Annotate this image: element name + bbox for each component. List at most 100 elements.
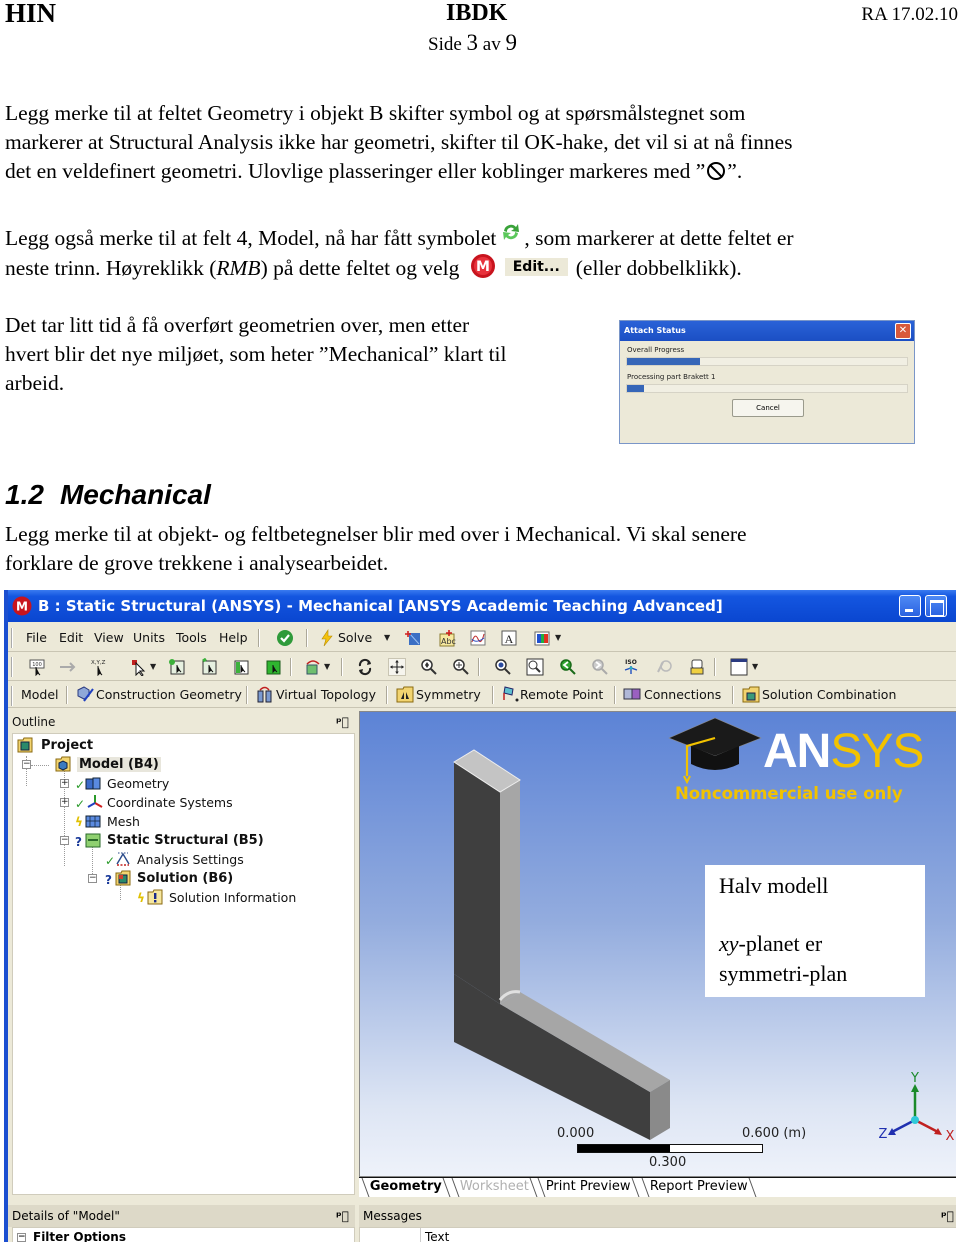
lightning-icon[interactable] xyxy=(318,629,336,647)
tree-node-solution[interactable]: ? Solution (B6) xyxy=(105,869,233,888)
remote-point-button[interactable]: Remote Point xyxy=(520,682,603,708)
chart-icon[interactable] xyxy=(469,629,487,647)
paragraph-model-next-step: Legg også merke til at felt 4, Model, nå… xyxy=(5,221,794,283)
paragraph-transfer: Det tar litt tid å få overført geometrie… xyxy=(5,311,507,398)
probe-icon[interactable]: 100 xyxy=(28,658,46,676)
select-edge-icon[interactable] xyxy=(200,658,218,676)
page-sep: av xyxy=(482,34,501,55)
close-icon[interactable]: ✕ xyxy=(895,323,911,339)
rmb-abbrev: RMB xyxy=(216,256,261,280)
geometry-icon xyxy=(85,777,101,790)
tree-node-project[interactable]: Project xyxy=(17,736,93,755)
tree-node-mesh[interactable]: ϟ Mesh xyxy=(75,812,140,831)
project-icon xyxy=(17,737,33,753)
connections-button[interactable]: Connections xyxy=(644,682,721,708)
details-group-filter-options[interactable]: Filter Options xyxy=(33,1230,126,1242)
solution-combination-icon[interactable] xyxy=(742,685,760,703)
restore-view-icon[interactable] xyxy=(655,658,673,676)
zoom-icon[interactable] xyxy=(420,658,438,676)
pan-icon[interactable] xyxy=(388,658,406,676)
details-grid: − Filter Options xyxy=(12,1227,355,1242)
symmetry-icon[interactable] xyxy=(396,685,414,703)
select-face-icon[interactable] xyxy=(232,658,250,676)
viewport-tabs: Geometry Worksheet Print Preview Report … xyxy=(359,1177,956,1197)
toolbar-grip[interactable] xyxy=(11,686,13,706)
magnifier-window-icon[interactable] xyxy=(526,658,544,676)
solve-dropdown-icon[interactable]: ▼ xyxy=(384,624,390,652)
text-label-icon[interactable]: A xyxy=(500,629,518,647)
select-body-icon[interactable] xyxy=(264,658,282,676)
tree-node-analysis-settings[interactable]: ✓ Analysis Settings xyxy=(105,850,244,869)
rotate-body-icon[interactable] xyxy=(304,658,322,676)
menu-file[interactable]: File xyxy=(26,624,47,652)
tree-node-geometry[interactable]: ✓ Geometry xyxy=(75,774,169,793)
minimize-button[interactable] xyxy=(899,595,921,617)
expand-icon[interactable]: + xyxy=(60,779,69,788)
collapse-icon[interactable]: − xyxy=(60,836,69,845)
tree-node-static-structural[interactable]: ? Static Structural (B5) xyxy=(75,831,264,850)
tab-geometry[interactable]: Geometry xyxy=(361,1178,451,1197)
pin-icon[interactable]: ᵖ⃓ xyxy=(336,1205,349,1227)
expand-icon[interactable]: + xyxy=(60,798,69,807)
annotation-icon[interactable]: Abc xyxy=(438,629,456,647)
header-left: HIN xyxy=(5,0,57,28)
model-face-light xyxy=(500,780,520,1004)
part-progress-bar xyxy=(626,384,908,393)
dropdown-icon[interactable]: ▼ xyxy=(555,624,561,652)
collapse-icon[interactable]: − xyxy=(22,760,31,769)
dropdown-icon[interactable]: ▼ xyxy=(752,653,758,681)
iso-view-icon[interactable]: ISO xyxy=(622,658,640,676)
messages-column-text[interactable]: Text xyxy=(420,1228,449,1242)
label-move-icon[interactable] xyxy=(58,658,76,676)
previous-view-icon[interactable] xyxy=(559,658,577,676)
ruler-icon[interactable] xyxy=(688,658,706,676)
toolbar-grip[interactable] xyxy=(11,657,13,677)
viewport-layout-icon[interactable] xyxy=(730,658,748,676)
dropdown-icon[interactable]: ▼ xyxy=(324,653,330,681)
menu-units[interactable]: Units xyxy=(133,624,165,652)
collapse-icon[interactable]: − xyxy=(17,1233,26,1242)
construction-geometry-icon[interactable] xyxy=(76,685,94,703)
pin-icon[interactable]: ᵖ⃓ xyxy=(336,711,349,733)
tree-node-solution-information[interactable]: ϟ Solution Information xyxy=(137,888,296,907)
menu-view[interactable]: View xyxy=(94,624,124,652)
solve-button[interactable]: Solve xyxy=(338,624,372,652)
tree-node-coordinate-systems[interactable]: ✓ Coordinate Systems xyxy=(75,793,233,812)
tree-node-model[interactable]: Model (B4) xyxy=(55,755,161,774)
tree-node-label: Analysis Settings xyxy=(137,852,244,867)
zoom-to-fit-icon[interactable] xyxy=(494,658,512,676)
pin-icon[interactable]: ᵖ⃓ xyxy=(941,1205,954,1227)
toolbar-separator xyxy=(386,686,388,704)
virtual-topology-icon[interactable] xyxy=(256,685,274,703)
collapse-icon[interactable]: − xyxy=(88,874,97,883)
menu-help[interactable]: Help xyxy=(219,624,248,652)
coordinates-icon[interactable]: X,Y,Z xyxy=(90,658,108,676)
construction-geometry-button[interactable]: Construction Geometry xyxy=(96,682,242,708)
dropdown-icon[interactable]: ▼ xyxy=(150,653,156,681)
menu-tools[interactable]: Tools xyxy=(176,624,207,652)
cancel-button[interactable]: Cancel xyxy=(732,399,804,417)
connections-icon[interactable] xyxy=(623,685,641,703)
maximize-button[interactable] xyxy=(925,595,947,617)
insert-section-plane-icon[interactable] xyxy=(404,629,422,647)
symmetry-button[interactable]: Symmetry xyxy=(416,682,481,708)
select-mode-icon[interactable] xyxy=(130,658,148,676)
geometry-viewport[interactable]: ANSYS Noncommercial use only Halv modell… xyxy=(359,711,956,1177)
remote-point-icon[interactable] xyxy=(502,685,520,703)
toolbar-grip[interactable] xyxy=(11,628,13,648)
menu-edit[interactable]: Edit xyxy=(59,624,83,652)
solution-combination-button[interactable]: Solution Combination xyxy=(762,682,896,708)
toolbar-separator xyxy=(290,658,292,676)
rotate-icon[interactable] xyxy=(356,658,374,676)
toolbar-separator xyxy=(614,686,616,704)
virtual-topology-button[interactable]: Virtual Topology xyxy=(276,682,376,708)
select-vertex-icon[interactable] xyxy=(168,658,186,676)
next-view-icon[interactable] xyxy=(591,658,609,676)
box-zoom-icon[interactable] xyxy=(452,658,470,676)
tab-print-preview[interactable]: Print Preview xyxy=(537,1178,640,1197)
result-contour-icon[interactable] xyxy=(533,629,551,647)
tab-worksheet[interactable]: Worksheet xyxy=(451,1178,538,1197)
tab-report-preview[interactable]: Report Preview xyxy=(641,1178,757,1197)
question-status-icon: ? xyxy=(75,835,82,849)
checkmark-icon[interactable] xyxy=(276,629,294,647)
